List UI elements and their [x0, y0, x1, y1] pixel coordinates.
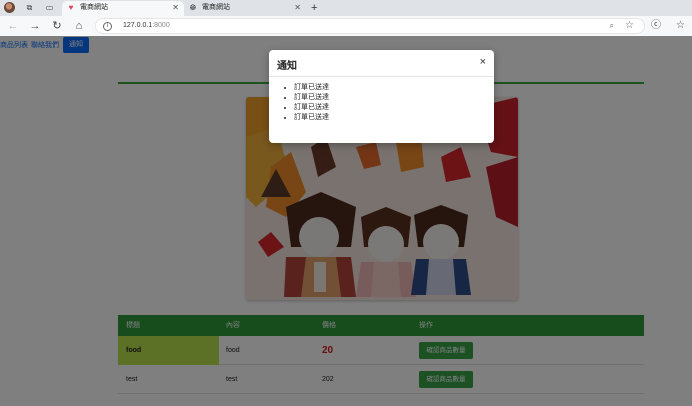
browser-tab-1[interactable]: ♥ 電商網站 ✕	[62, 1, 184, 16]
close-tab-icon[interactable]: ✕	[294, 1, 301, 15]
list-item: 訂單已送達	[294, 83, 494, 93]
forward-icon[interactable]: →	[28, 19, 42, 33]
site-info-icon[interactable]: i	[103, 22, 112, 31]
url-text: 127.0.0.1:8000	[123, 22, 170, 29]
back-icon[interactable]: ←	[6, 19, 20, 33]
tab-title: 電商網站	[202, 4, 230, 11]
notification-modal: 通知 × 訂單已送達 訂單已送達 訂單已送達 訂單已送達	[269, 50, 494, 143]
address-bar[interactable]: i 127.0.0.1:8000 ⌕ ☆	[95, 18, 645, 34]
favorites-icon[interactable]: ☆	[676, 19, 685, 33]
heart-icon: ♥	[68, 3, 74, 12]
reload-icon[interactable]: ↻	[50, 19, 64, 33]
browser-toolbar: ← → ↻ ⌂ i 127.0.0.1:8000 ⌕ ☆ ⓒ ☆	[0, 16, 692, 36]
tab-title: 電商網站	[80, 4, 108, 11]
zoom-icon[interactable]: ⌕	[610, 21, 614, 31]
globe-icon: 🌐︎	[189, 3, 197, 12]
new-tab-icon[interactable]: +	[311, 1, 317, 15]
profile-avatar[interactable]	[4, 2, 15, 13]
copilot-icon[interactable]: ⓒ	[651, 19, 661, 33]
browser-tab-2[interactable]: 🌐︎ 電商網站 ✕	[184, 1, 306, 16]
home-icon[interactable]: ⌂	[72, 19, 86, 33]
message-list: 訂單已送達 訂單已送達 訂單已送達 訂單已送達	[269, 83, 494, 123]
bookmark-star-icon[interactable]: ☆	[625, 20, 634, 31]
browser-tab-bar: ⧉ ▭ ♥ 電商網站 ✕ 🌐︎ 電商網站 ✕ +	[0, 0, 692, 16]
list-item: 訂單已送達	[294, 113, 494, 123]
close-icon[interactable]: ×	[480, 56, 486, 68]
modal-body: 訂單已送達 訂單已送達 訂單已送達 訂單已送達	[269, 83, 494, 123]
modal-header: 通知 ×	[269, 50, 494, 77]
list-item: 訂單已送達	[294, 103, 494, 113]
list-item: 訂單已送達	[294, 93, 494, 103]
workspaces-icon[interactable]: ⧉	[25, 3, 34, 12]
modal-title: 通知	[277, 61, 297, 72]
close-tab-icon[interactable]: ✕	[172, 1, 179, 15]
tab-actions-icon[interactable]: ▭	[45, 3, 54, 12]
